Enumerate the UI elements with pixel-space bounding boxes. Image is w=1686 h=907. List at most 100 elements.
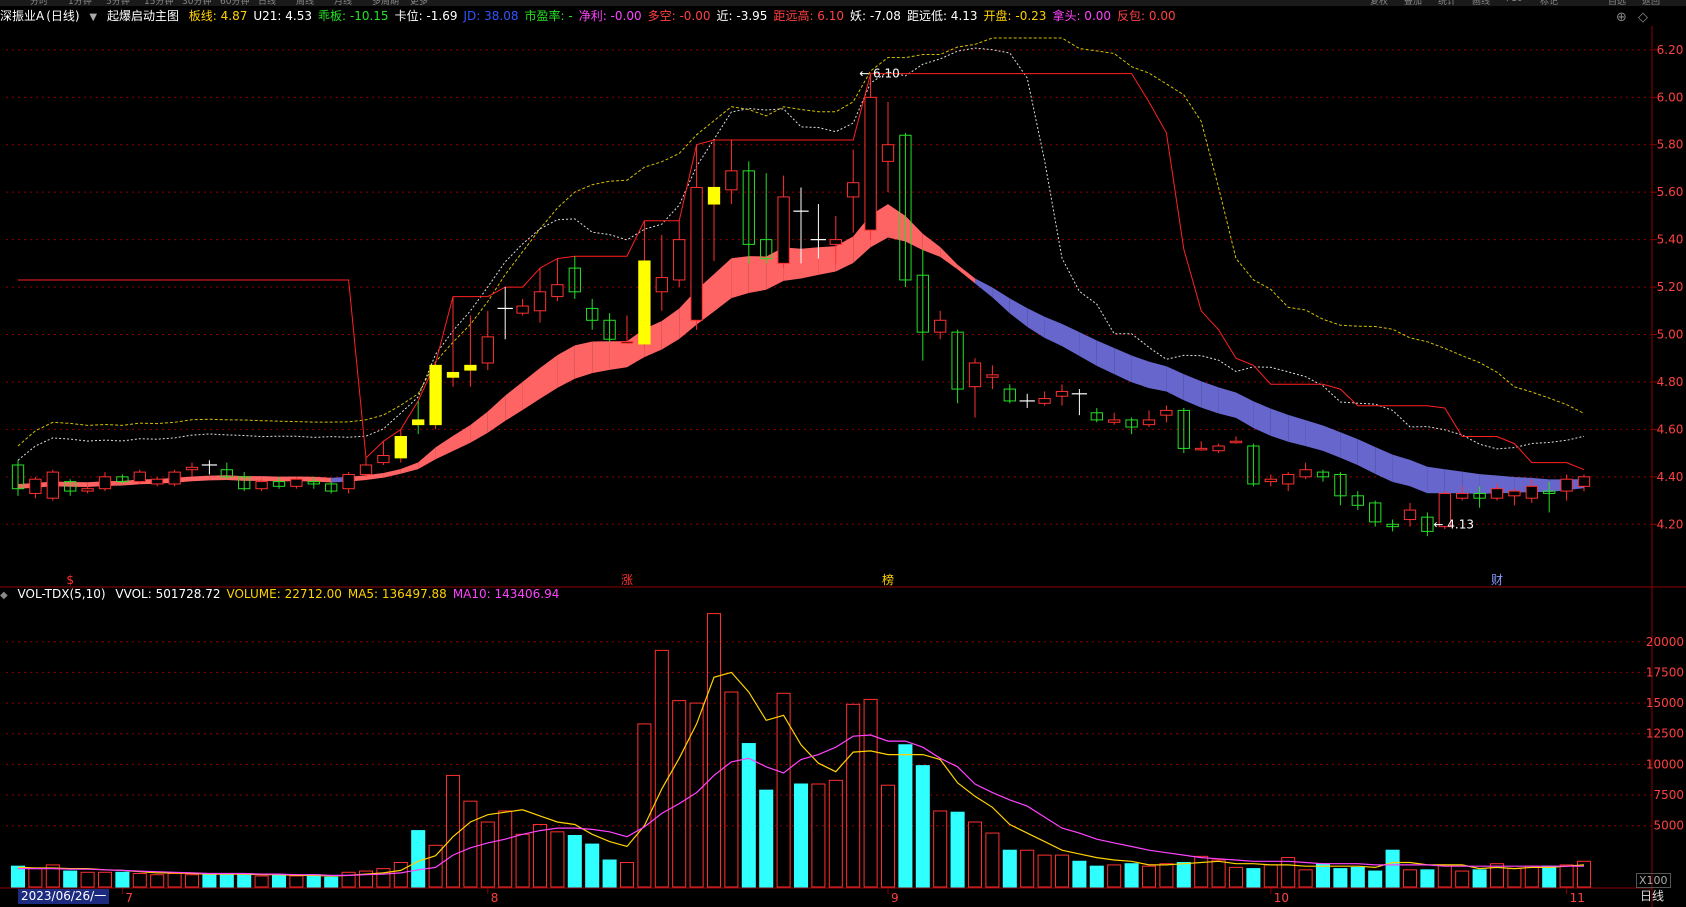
ribbon-down-segment [1427,466,1445,494]
volume-bar-up [1020,849,1035,888]
volume-bar-down [1315,863,1331,888]
event-marker: 榜 [882,572,894,587]
volume-bar-up [480,821,495,888]
up-candle-body [1403,509,1417,521]
volume-bar-up [1228,866,1244,888]
up-candle-body [1160,409,1173,416]
up-candle-body [1577,476,1591,487]
up-candle-body [533,291,547,312]
ribbon-up-segment [522,367,540,410]
price-tick-label: 4.40 [1657,470,1684,484]
volume-bar-up [1402,869,1418,888]
volume-bar-up [619,861,635,888]
volume-bar-up [532,823,548,888]
volume-bar-down [602,859,617,888]
ribbon-up-segment [261,476,279,482]
volume-bar-up [80,871,95,888]
up-candle-body [986,374,999,378]
price-tick-label: 5.00 [1657,328,1684,342]
ribbon-up-segment [714,258,732,312]
up-candle-body [377,454,390,464]
price-tick-label: 5.80 [1657,138,1684,152]
volume-bar-up [1211,859,1226,888]
volume-bar-up [967,821,983,888]
up-candle-body [690,186,703,321]
volume-bar-up [724,691,739,888]
volume-tick-label: 7500 [1653,788,1684,802]
up-candle-body [1195,447,1208,451]
x-month-label: 7 [125,891,133,905]
ribbon-up-segment [505,381,523,421]
ribbon-down-segment [1340,432,1358,466]
ribbon-up-segment [557,345,575,388]
volume-bar-up [811,783,826,888]
volume-bar-up [880,784,896,888]
up-candle-body [516,305,529,314]
volume-tick-label: 17500 [1646,665,1684,679]
ribbon-down-segment [1462,471,1480,495]
up-candle-body [133,471,146,483]
volume-bar-up [1159,863,1174,888]
period-button[interactable]: 日线 [1640,889,1664,904]
up-candle-body [777,196,790,264]
volume-bar-down [1333,868,1348,888]
up-candle-body [829,239,842,245]
ribbon-down-segment [1218,387,1236,418]
volume-bar-up [167,873,182,888]
ribbon-up-segment [70,482,88,487]
volume-bar-up [184,874,200,888]
up-candle-body [1038,398,1051,404]
volume-bar-down [411,830,426,888]
volume-bar-up [1298,869,1313,888]
ribbon-up-segment [383,469,401,478]
volume-bar-down [271,874,287,888]
up-candle-body [1456,492,1469,499]
up-candle-body [1560,478,1573,492]
volume-tick-label: 20000 [1646,635,1684,649]
up-candle-body [968,362,982,388]
ribbon-up-segment [922,233,941,257]
volume-bar-up [1141,865,1157,888]
up-candle-body [46,471,59,499]
ribbon-down-segment [1410,459,1428,494]
up-candle-body [881,144,895,162]
volume-bar-down [1542,865,1557,888]
volume-bar-down [10,865,26,888]
volume-bar-down [950,811,965,888]
up-candle-body [1490,488,1504,499]
volume-bar-up [463,800,478,888]
x-month-label: 9 [891,891,899,905]
ribbon-down-segment [1149,361,1167,392]
volume-bar-up [289,875,304,888]
volume-bar-up [933,810,948,888]
ribbon-down-segment [1253,401,1271,436]
volume-bar-up [1194,855,1209,888]
event-marker: 涨 [621,572,633,587]
ribbon-up-segment [888,204,906,242]
ribbon-down-segment [1270,408,1289,442]
volume-bar-up [254,875,269,888]
ribbon-down-segment [1166,366,1184,401]
ribbon-up-segment [818,246,836,275]
volume-bar-up [1263,864,1278,888]
volume-bar-down [741,743,756,888]
volume-bar-down [1089,865,1104,888]
up-candle-body [934,319,947,333]
limit-up-candle-body [446,371,460,378]
up-candle-body [655,277,668,293]
volume-bar-down [219,874,234,888]
volume-bar-down [1176,861,1191,888]
volume-bar-down [237,873,252,888]
ribbon-down-segment [1096,340,1115,375]
volume-unit-label: X100 [1636,873,1671,888]
up-candle-body [1142,419,1156,426]
chart-canvas[interactable]: 6.20 6.00 5.80 5.60 5.40 5.20 5.00 4.80 4.60 4.40… [0,0,1686,907]
volume-bar-up [1054,854,1070,888]
price-tick-label: 4.20 [1657,517,1684,531]
volume-bar-down [915,765,930,888]
ribbon-down-segment [975,278,993,298]
ribbon-down-segment [1044,316,1062,347]
volume-bar-up [393,861,408,888]
ribbon-up-segment [957,264,975,284]
volume-bar-down [1246,868,1261,888]
